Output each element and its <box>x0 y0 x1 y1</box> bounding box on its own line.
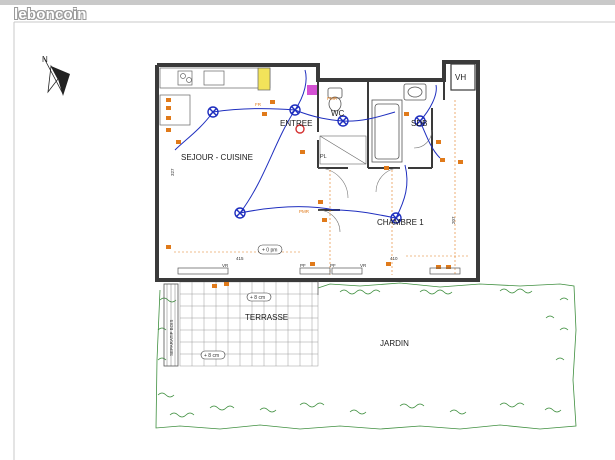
room-label-jardin: JARDIN <box>380 339 409 348</box>
dim-label-1: 415 <box>236 256 244 261</box>
ceiling-light-icon <box>234 207 246 219</box>
pmr-label-1: PMR <box>299 209 310 214</box>
floor-plan-drawing: N SEPARATIF BOIS + 8 cm + 8 cm VH PL PMR… <box>13 21 615 460</box>
room-label-sejour: SEJOUR - CUISINE <box>181 153 253 162</box>
room-label-wc: WC <box>331 109 345 118</box>
dim-label-3: 327 <box>170 168 175 176</box>
pl-label: PL <box>320 154 327 160</box>
vr-label-1: VR <box>222 263 229 268</box>
pf-label-2: PF <box>330 263 336 268</box>
floor-plan-stage: leboncoin N SEPARATIF BOIS + 8 cm + 8 cm… <box>0 0 615 460</box>
fr-label: FR <box>255 102 262 107</box>
room-label-chambre: CHAMBRE 1 <box>377 218 424 227</box>
vr-label-2: VR <box>360 263 367 268</box>
separatif-label: SEPARATIF BOIS <box>169 320 174 356</box>
electrical-points <box>207 104 426 224</box>
compass-north-label: N <box>42 55 48 64</box>
dim-label-4: 207 <box>451 216 456 224</box>
room-label-sdb: SDB <box>411 119 427 128</box>
level-terrasse-top: + 8 cm <box>250 295 265 301</box>
pf-label-1: PF <box>300 263 306 268</box>
pl-cupboard <box>319 135 367 165</box>
level-interior: + 0 pm <box>262 248 277 254</box>
compass-icon: N <box>42 55 70 96</box>
pmr-label-2: PMR <box>327 96 338 101</box>
room-label-terrasse: TERRASSE <box>245 313 288 322</box>
room-label-entree: ENTREE <box>280 119 312 128</box>
level-terrasse-bottom: + 8 cm <box>204 353 219 359</box>
wc-fixture-marker <box>307 85 317 95</box>
vh-label: VH <box>455 73 466 82</box>
dim-label-2: 410 <box>390 256 398 261</box>
